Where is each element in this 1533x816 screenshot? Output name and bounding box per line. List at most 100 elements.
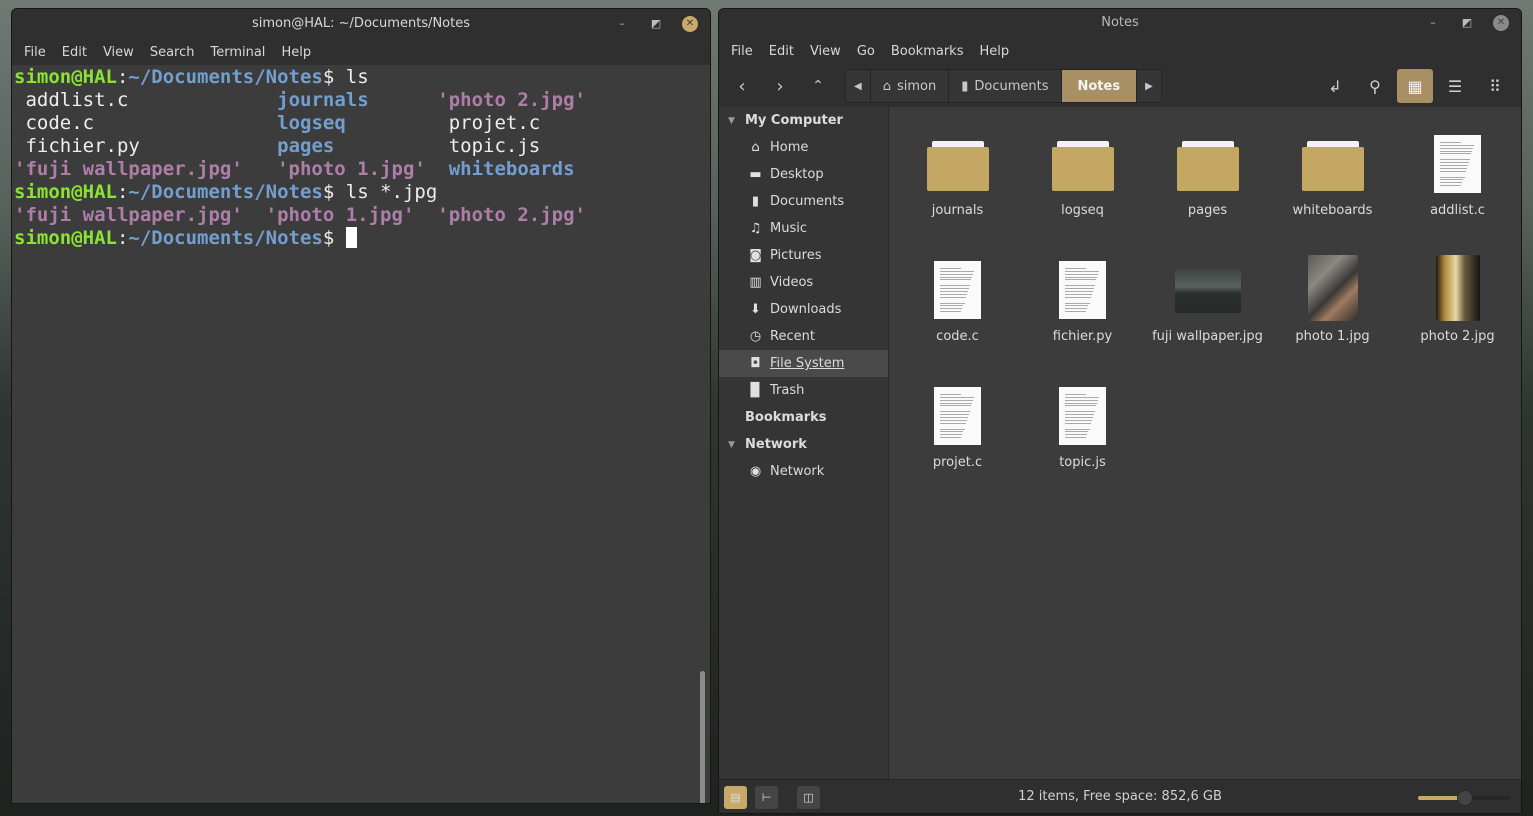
image-thumbnail bbox=[1435, 255, 1480, 321]
breadcrumb-scroll-right[interactable]: ▶ bbox=[1137, 70, 1161, 102]
chevron-left-icon: ‹ bbox=[738, 75, 746, 97]
spacing bbox=[414, 204, 437, 226]
menu-go[interactable]: Go bbox=[849, 44, 883, 59]
file-icon-view[interactable]: journals logseq pages whiteboards addlist.c c… bbox=[890, 107, 1521, 779]
menu-view[interactable]: View bbox=[95, 45, 142, 60]
file-item[interactable]: projet.c bbox=[895, 375, 1020, 470]
zoom-slider[interactable] bbox=[1418, 790, 1511, 806]
close-button[interactable]: ✕ bbox=[1493, 15, 1509, 31]
sidebar-item-home[interactable]: ⌂ Home bbox=[719, 134, 888, 161]
fm-title: Notes bbox=[1101, 15, 1139, 30]
maximize-button[interactable]: ◩ bbox=[648, 16, 664, 32]
file-name: fuji wallpaper.jpg bbox=[1152, 329, 1263, 344]
sidebar-item-desktop[interactable]: ▬ Desktop bbox=[719, 161, 888, 188]
close-button[interactable]: ✕ bbox=[682, 16, 698, 32]
desktop-icon: ▬ bbox=[749, 167, 762, 182]
file-item[interactable]: fichier.py bbox=[1020, 249, 1145, 344]
sidebar-item-pictures[interactable]: ◙ Pictures bbox=[719, 242, 888, 269]
sidebar-section-my-computer[interactable]: ▼ My Computer bbox=[719, 107, 888, 134]
file-name: photo 1.jpg bbox=[1295, 329, 1370, 344]
file-item[interactable]: fuji wallpaper.jpg bbox=[1145, 249, 1270, 344]
film-icon: ▥ bbox=[749, 275, 762, 290]
menu-help[interactable]: Help bbox=[273, 45, 319, 60]
sidebar-item-documents[interactable]: ▮ Documents bbox=[719, 188, 888, 215]
file-name: journals bbox=[931, 203, 984, 218]
file-manager-window: Notes – ◩ ✕ File Edit View Go Bookmarks … bbox=[718, 8, 1522, 814]
file-item[interactable]: code.c bbox=[895, 249, 1020, 344]
breadcrumb-notes[interactable]: Notes bbox=[1061, 70, 1138, 102]
folder-item[interactable]: logseq bbox=[1020, 123, 1145, 218]
menu-search[interactable]: Search bbox=[142, 45, 203, 60]
sidebar-item-label: Downloads bbox=[770, 302, 842, 317]
command-text: ls *.jpg bbox=[345, 181, 438, 203]
sidebar-item-videos[interactable]: ▥ Videos bbox=[719, 269, 888, 296]
file-item[interactable]: photo 1.jpg bbox=[1270, 249, 1395, 344]
prompt-path: ~/Documents/Notes bbox=[128, 181, 323, 203]
compact-view-button[interactable]: ⠿ bbox=[1477, 69, 1513, 103]
file-item[interactable]: addlist.c bbox=[1395, 123, 1520, 218]
menu-file[interactable]: File bbox=[723, 44, 761, 59]
prompt-user: simon@HAL bbox=[14, 66, 117, 88]
menu-bookmarks[interactable]: Bookmarks bbox=[883, 44, 972, 59]
terminal-titlebar[interactable]: simon@HAL: ~/Documents/Notes – ◩ ✕ bbox=[12, 9, 710, 39]
spacing bbox=[140, 135, 277, 157]
ls-entry: 'photo 1.jpg' bbox=[277, 158, 426, 180]
terminal-line: simon@HAL:~/Documents/Notes$ ls *.jpg bbox=[14, 181, 710, 204]
sidebar-item-file-system[interactable]: ◘ File System bbox=[719, 350, 888, 377]
minimize-button[interactable]: – bbox=[1425, 15, 1441, 31]
list-view-button[interactable]: ☰ bbox=[1437, 69, 1473, 103]
sidebar-item-network[interactable]: ◉ Network bbox=[719, 458, 888, 485]
ls-entry: topic.js bbox=[448, 135, 541, 157]
sidebar-section-bookmarks[interactable]: Bookmarks bbox=[719, 404, 888, 431]
spacing bbox=[369, 89, 438, 111]
zoom-slider-handle[interactable] bbox=[1456, 790, 1473, 806]
spacing bbox=[346, 112, 438, 134]
file-item[interactable]: photo 2.jpg bbox=[1395, 249, 1520, 344]
terminal-scrollbar[interactable] bbox=[700, 671, 705, 803]
folder-icon bbox=[1176, 141, 1239, 191]
menu-edit[interactable]: Edit bbox=[761, 44, 802, 59]
file-name: addlist.c bbox=[1430, 203, 1485, 218]
file-name: code.c bbox=[936, 329, 979, 344]
sidebar-item-trash[interactable]: ▉ Trash bbox=[719, 377, 888, 404]
breadcrumb-simon[interactable]: ⌂ simon bbox=[871, 70, 950, 102]
maximize-button[interactable]: ◩ bbox=[1459, 15, 1475, 31]
triangle-right-icon: ▶ bbox=[1145, 80, 1153, 92]
breadcrumb-scroll-left[interactable]: ◀ bbox=[846, 70, 871, 102]
folder-item[interactable]: pages bbox=[1145, 123, 1270, 218]
sidebar-item-downloads[interactable]: ⬇ Downloads bbox=[719, 296, 888, 323]
icon-view-button[interactable]: ▦ bbox=[1397, 69, 1433, 103]
drive-icon: ◘ bbox=[750, 356, 761, 371]
back-button[interactable]: ‹ bbox=[723, 69, 761, 103]
forward-button[interactable]: › bbox=[761, 69, 799, 103]
text-file-icon bbox=[1059, 261, 1106, 319]
file-name: photo 2.jpg bbox=[1420, 329, 1495, 344]
home-icon: ⌂ bbox=[882, 78, 891, 94]
menu-view[interactable]: View bbox=[802, 44, 849, 59]
breadcrumb-documents[interactable]: ▮ Documents bbox=[949, 70, 1062, 102]
ls-entry: code.c bbox=[25, 112, 95, 134]
ls-entry: 'fuji wallpaper.jpg' bbox=[14, 158, 243, 180]
search-icon: ⚲ bbox=[1369, 76, 1381, 96]
sidebar-item-music[interactable]: ♫ Music bbox=[719, 215, 888, 242]
sidebar-section-network[interactable]: ▼ Network bbox=[719, 431, 888, 458]
fm-titlebar[interactable]: Notes – ◩ ✕ bbox=[719, 9, 1521, 37]
terminal-screen[interactable]: simon@HAL:~/Documents/Notes$ ls addlist.… bbox=[14, 66, 710, 803]
search-button[interactable]: ⚲ bbox=[1357, 69, 1393, 103]
folder-item[interactable]: whiteboards bbox=[1270, 123, 1395, 218]
terminal-window: simon@HAL: ~/Documents/Notes – ◩ ✕ File … bbox=[11, 8, 711, 804]
folder-item[interactable]: journals bbox=[895, 123, 1020, 218]
spacing bbox=[334, 135, 437, 157]
menu-help[interactable]: Help bbox=[971, 44, 1017, 59]
file-item[interactable]: topic.js bbox=[1020, 375, 1145, 470]
spacing bbox=[14, 89, 25, 111]
menu-file[interactable]: File bbox=[16, 45, 54, 60]
toggle-location-button[interactable]: ↲ bbox=[1317, 69, 1353, 103]
menu-terminal[interactable]: Terminal bbox=[202, 45, 273, 60]
compact-grid-icon: ⠿ bbox=[1489, 76, 1501, 96]
terminal-title: simon@HAL: ~/Documents/Notes bbox=[252, 16, 470, 31]
minimize-button[interactable]: – bbox=[614, 16, 630, 32]
menu-edit[interactable]: Edit bbox=[54, 45, 95, 60]
sidebar-item-recent[interactable]: ◷ Recent bbox=[719, 323, 888, 350]
up-button[interactable]: ⌃ bbox=[799, 69, 837, 103]
